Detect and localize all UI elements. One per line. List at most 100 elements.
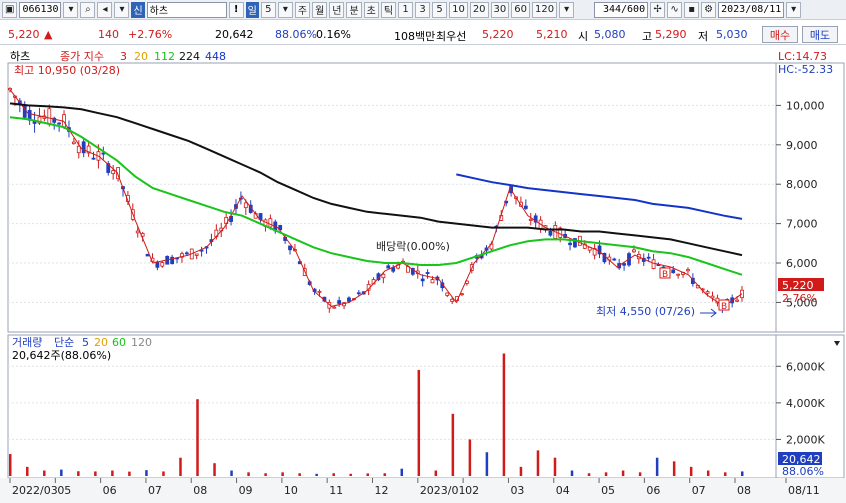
volume-bar [77, 471, 80, 476]
interval-1-button[interactable]: 1 [398, 1, 414, 18]
period-week-button[interactable]: 주 [294, 1, 311, 18]
candle-body [81, 141, 86, 154]
date-tick-label: 09 [239, 484, 253, 497]
candle-body [612, 258, 617, 261]
candle-body [194, 253, 199, 256]
candle-body [632, 249, 636, 253]
speaker-icon[interactable]: ◂ [97, 1, 113, 18]
date-tick-label: 05 [601, 484, 615, 497]
save-icon[interactable]: ▪ [684, 1, 700, 18]
interval-dropdown-icon[interactable]: ▾ [559, 1, 575, 18]
zigzag-icon[interactable]: ∿ [667, 1, 683, 18]
warning-button[interactable]: ! [228, 1, 244, 18]
candle-body [686, 269, 690, 272]
date-tick-label: 02 [465, 484, 479, 497]
gear-icon[interactable]: ⚙ [701, 1, 717, 18]
bid-price: 5,210 [536, 28, 568, 41]
buy-button[interactable]: 매수 [762, 26, 798, 43]
date-tick-label: 10 [284, 484, 298, 497]
interval-3-button[interactable]: 3 [415, 1, 431, 18]
period-year-button[interactable]: 년 [329, 1, 345, 18]
date-tick-label: 2023/01 [420, 484, 466, 497]
volume-bar [196, 399, 199, 476]
volume-bar [451, 413, 455, 476]
candle-body [332, 306, 337, 309]
crosshair-icon[interactable]: ✢ [650, 1, 666, 18]
list-dropdown-icon[interactable]: ▾ [114, 1, 130, 18]
period-month-button[interactable]: 월 [312, 1, 328, 18]
period-day-tag[interactable]: 일 [245, 1, 259, 18]
vol-ma-legend-60: 60 [112, 336, 126, 349]
interval-30-button[interactable]: 30 [490, 1, 510, 18]
candle-body [71, 141, 76, 145]
period-number[interactable]: 5 [260, 1, 276, 18]
vol-ma-legend-5: 5 [82, 336, 89, 349]
stock-chart[interactable]: 10,0009,0008,0007,0006,0005,000 하츠 종가 지수… [0, 48, 846, 479]
chart-area: 10,000 9,000 8,000 7,000 6,000 5,000 하츠 종가 지수… [0, 48, 846, 479]
stock-name-field[interactable]: 하츠 [146, 1, 227, 18]
volume-bar [264, 473, 267, 476]
hc-value: HC:-52.33 [778, 63, 833, 76]
volume-current-pct: 88.06% [782, 465, 824, 478]
period-dropdown-icon[interactable]: ▾ [277, 1, 293, 18]
price-tick-label: 10,000 [786, 99, 825, 112]
volume-value: 20,642 [215, 28, 254, 41]
interval-60-button[interactable]: 60 [511, 1, 531, 18]
code-dropdown-icon[interactable]: ▾ [63, 1, 79, 18]
b-marker: B [659, 267, 671, 280]
volume-bar [519, 466, 523, 476]
interval-5-button[interactable]: 5 [432, 1, 448, 18]
candle-body [671, 269, 676, 274]
date-dropdown-icon[interactable]: ▾ [786, 1, 802, 18]
volume-bar [43, 470, 46, 476]
trade-amount: 108백만 [394, 30, 436, 43]
candle-body [145, 253, 150, 257]
candle-body [386, 265, 391, 269]
volume-bar [417, 369, 421, 476]
data-count-field[interactable]: 344/600 [594, 1, 649, 18]
volume-bar [111, 470, 114, 476]
candle-body [288, 245, 292, 251]
volume-bar [230, 470, 233, 476]
volume-bar [298, 473, 301, 476]
candle-body [347, 297, 351, 302]
ma-legend-20: 20 [134, 50, 148, 63]
date-tick-label: 03 [510, 484, 524, 497]
volume-bar [383, 473, 387, 476]
period-minute-button[interactable]: 분 [346, 1, 362, 18]
stock-code-input[interactable]: 066130 [19, 1, 62, 18]
date-axis: 2022/03 05 06 07 08 09 10 11 12 2023/01 02 03 04 05 06… [0, 478, 846, 503]
open-label: 시 [578, 30, 589, 43]
date-field[interactable]: 2023/08/11 [718, 1, 785, 18]
candle-body [155, 261, 160, 268]
date-tick-label: 12 [375, 484, 389, 497]
volume-bar [570, 470, 574, 476]
b-marker-label-2: B [721, 302, 727, 312]
candle-body [528, 218, 533, 221]
ma-legend-112: 112 [154, 50, 175, 63]
volume-tick-label: 6,000K [786, 360, 825, 373]
volume-bar [502, 353, 506, 476]
search-icon[interactable]: ⌕ [80, 1, 96, 18]
volume-bar [723, 472, 727, 476]
volume-bar [145, 470, 148, 476]
turnover-rate: 0.16% [316, 28, 351, 41]
sell-button[interactable]: 매도 [802, 26, 838, 43]
interval-20-button[interactable]: 20 [469, 1, 489, 18]
candle-body [622, 263, 626, 266]
period-tick-button[interactable]: 틱 [380, 1, 397, 18]
volume-bar [689, 466, 693, 476]
price-name-tag: 하츠 [10, 49, 30, 63]
best-price-label: 최우선 [436, 30, 467, 43]
date-tick-label: 08 [737, 484, 751, 497]
price-tick-label: 9,000 [786, 139, 818, 152]
chart-menu-icon[interactable]: ▣ [2, 1, 18, 18]
interval-10-button[interactable]: 10 [449, 1, 468, 18]
volume-tick-label: 4,000K [786, 397, 825, 410]
current-pct-label: 2.76% [782, 292, 817, 305]
candle-body [47, 108, 52, 125]
candle-body [735, 299, 739, 302]
interval-120-button[interactable]: 120 [532, 1, 558, 18]
period-second-button[interactable]: 초 [363, 1, 379, 18]
ma-legend-224: 224 [179, 50, 200, 63]
